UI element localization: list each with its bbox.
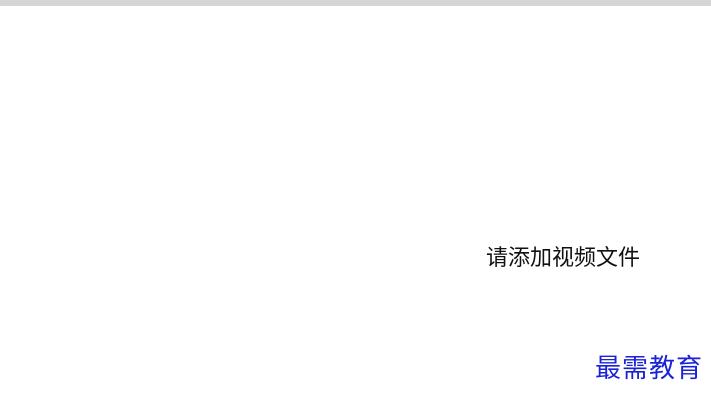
- watermark-text: 最需教育: [594, 354, 703, 384]
- window-top-bar: [0, 0, 711, 6]
- empty-video-message: 请添加视频文件: [486, 246, 641, 271]
